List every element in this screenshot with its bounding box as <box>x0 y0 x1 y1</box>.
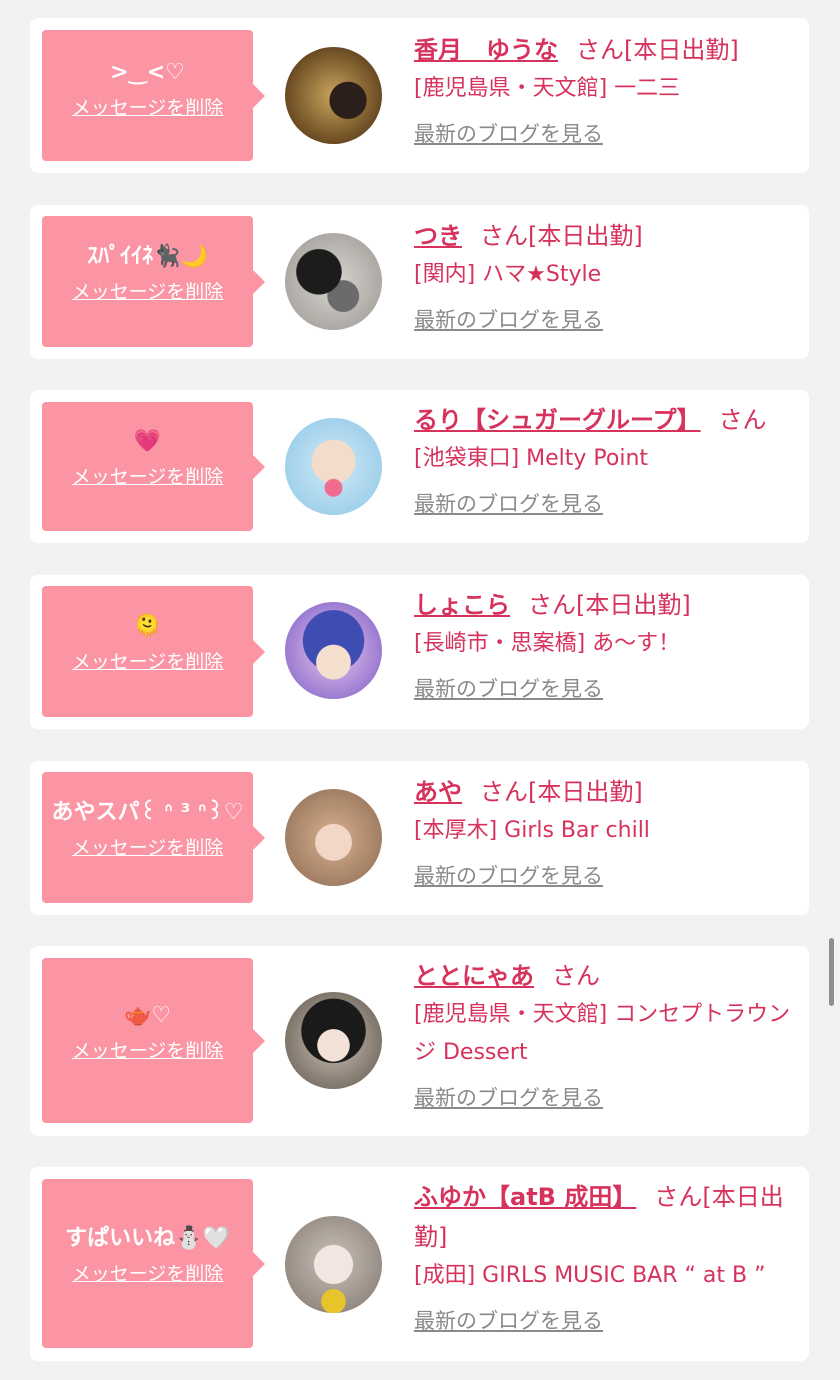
profile-info: 香月 ゆうな さん[本日出勤] [鹿児島県・天文館] 一二三 最新のブログを見る <box>414 30 800 148</box>
message-card: あやスパ꒰ ᐢ ³ ᐢ꒱♡ メッセージを削除 あや さん[本日出勤] [本厚木] … <box>30 761 809 915</box>
blog-link[interactable]: 最新のブログを見る <box>414 306 603 334</box>
avatar[interactable] <box>285 789 382 886</box>
message-list: >‿<♡ メッセージを削除 香月 ゆうな さん[本日出勤] [鹿児島県・天文館] … <box>0 0 840 1380</box>
message-card: 💗 メッセージを削除 るり【シュガーグループ】 さん [池袋東口] Melty P… <box>30 390 809 543</box>
delete-message-link[interactable]: メッセージを削除 <box>72 1262 224 1286</box>
message-card: >‿<♡ メッセージを削除 香月 ゆうな さん[本日出勤] [鹿児島県・天文館] … <box>30 18 809 173</box>
shop-info: [成田] GIRLS MUSIC BAR “ at B ” <box>414 1263 766 1288</box>
message-text: ｽﾊﾟｲｲﾈ🐈‍⬛🌙 <box>87 244 208 269</box>
avatar[interactable] <box>285 602 382 699</box>
blog-link[interactable]: 最新のブログを見る <box>414 1084 603 1112</box>
delete-message-link[interactable]: メッセージを削除 <box>72 96 224 120</box>
message-card: ｽﾊﾟｲｲﾈ🐈‍⬛🌙 メッセージを削除 つき さん[本日出勤] [関内] ハマ★S… <box>30 205 809 359</box>
attendance-status: [本日出勤] <box>528 778 643 806</box>
avatar[interactable] <box>285 418 382 515</box>
message-text: あやスパ꒰ ᐢ ³ ᐢ꒱♡ <box>51 800 244 825</box>
shop-info: [本厚木] Girls Bar chill <box>414 818 650 843</box>
delete-message-link[interactable]: メッセージを削除 <box>72 465 224 489</box>
avatar[interactable] <box>285 233 382 330</box>
message-bubble: 💗 メッセージを削除 <box>42 402 265 531</box>
message-text: 💗 <box>133 429 162 454</box>
cast-name-link[interactable]: ふゆか【atB 成田】 <box>414 1183 636 1211</box>
honorific: さん <box>718 406 767 434</box>
shop-info: [鹿児島県・天文館] 一二三 <box>414 76 681 101</box>
cast-name-link[interactable]: あや <box>414 778 462 806</box>
message-bubble: あやスパ꒰ ᐢ ³ ᐢ꒱♡ メッセージを削除 <box>42 772 265 903</box>
blog-link[interactable]: 最新のブログを見る <box>414 1307 603 1335</box>
cast-name-link[interactable]: ととにゃあ <box>414 962 534 990</box>
profile-info: ふゆか【atB 成田】 さん[本日出勤] [成田] GIRLS MUSIC BAR… <box>414 1177 800 1335</box>
profile-info: るり【シュガーグループ】 さん [池袋東口] Melty Point 最新のブログ… <box>414 400 800 518</box>
honorific: さん <box>654 1183 703 1211</box>
profile-info: あや さん[本日出勤] [本厚木] Girls Bar chill 最新のブログを… <box>414 772 800 890</box>
blog-link[interactable]: 最新のブログを見る <box>414 120 603 148</box>
attendance-status: [本日出勤] <box>576 591 691 619</box>
message-text: すぱいいね⛄🤍 <box>65 1226 230 1251</box>
profile-info: ととにゃあ さん [鹿児島県・天文館] コンセプトラウンジ Dessert 最新の… <box>414 956 800 1112</box>
delete-message-link[interactable]: メッセージを削除 <box>72 650 224 674</box>
message-bubble: 🫖♡ メッセージを削除 <box>42 958 265 1123</box>
message-text: 🫠 <box>133 614 162 639</box>
message-bubble: 🫠 メッセージを削除 <box>42 586 265 717</box>
delete-message-link[interactable]: メッセージを削除 <box>72 836 224 860</box>
honorific: さん <box>552 962 600 990</box>
honorific: さん <box>480 222 528 250</box>
profile-info: つき さん[本日出勤] [関内] ハマ★Style 最新のブログを見る <box>414 216 800 334</box>
message-card: 🫠 メッセージを削除 しょこら さん[本日出勤] [長崎市・思案橋] あ〜す！ 最… <box>30 575 809 729</box>
message-card: 🫖♡ メッセージを削除 ととにゃあ さん [鹿児島県・天文館] コンセプトラウンジ… <box>30 946 809 1136</box>
honorific: さん <box>480 778 528 806</box>
attendance-status: [本日出勤] <box>624 36 739 64</box>
attendance-status: [本日出勤] <box>528 222 643 250</box>
cast-name-link[interactable]: 香月 ゆうな <box>414 36 558 64</box>
blog-link[interactable]: 最新のブログを見る <box>414 862 603 890</box>
blog-link[interactable]: 最新のブログを見る <box>414 675 603 703</box>
shop-info: [関内] ハマ★Style <box>414 262 602 287</box>
honorific: さん <box>528 591 576 619</box>
honorific: さん <box>576 36 624 64</box>
profile-info: しょこら さん[本日出勤] [長崎市・思案橋] あ〜す！ 最新のブログを見る <box>414 585 800 703</box>
message-bubble: ｽﾊﾟｲｲﾈ🐈‍⬛🌙 メッセージを削除 <box>42 216 265 347</box>
shop-info: [鹿児島県・天文館] コンセプトラウンジ Dessert <box>414 1002 791 1065</box>
message-text: >‿<♡ <box>110 60 185 85</box>
blog-link[interactable]: 最新のブログを見る <box>414 490 603 518</box>
avatar[interactable] <box>285 47 382 144</box>
avatar[interactable] <box>285 1216 382 1313</box>
message-text: 🫖♡ <box>123 1003 172 1028</box>
message-bubble: すぱいいね⛄🤍 メッセージを削除 <box>42 1179 265 1348</box>
message-card: すぱいいね⛄🤍 メッセージを削除 ふゆか【atB 成田】 さん[本日出勤] [成田… <box>30 1167 809 1361</box>
cast-name-link[interactable]: るり【シュガーグループ】 <box>414 406 701 434</box>
message-bubble: >‿<♡ メッセージを削除 <box>42 30 265 161</box>
delete-message-link[interactable]: メッセージを削除 <box>72 280 224 304</box>
scrollbar[interactable] <box>829 938 834 1006</box>
shop-info: [池袋東口] Melty Point <box>414 446 649 471</box>
shop-info: [長崎市・思案橋] あ〜す！ <box>414 631 681 656</box>
delete-message-link[interactable]: メッセージを削除 <box>72 1039 224 1063</box>
cast-name-link[interactable]: しょこら <box>414 591 510 619</box>
cast-name-link[interactable]: つき <box>414 222 462 250</box>
avatar[interactable] <box>285 992 382 1089</box>
